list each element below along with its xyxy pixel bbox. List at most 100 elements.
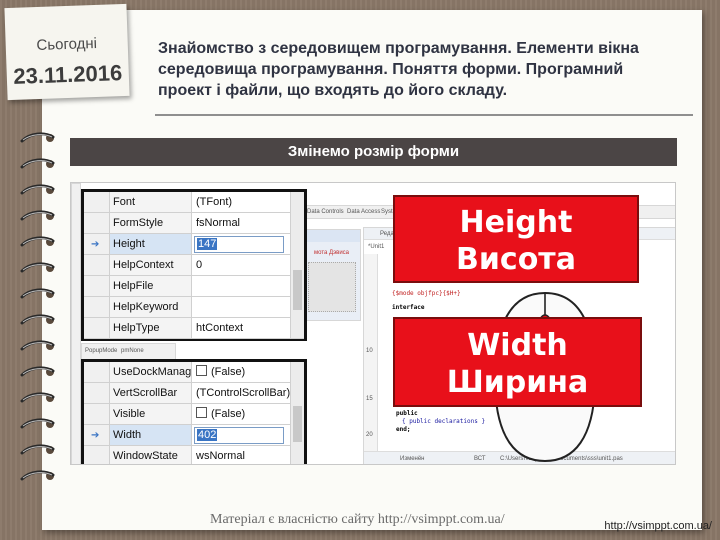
form-caption: мота Дэвиса xyxy=(314,250,350,256)
row-gutter xyxy=(84,383,110,403)
property-value[interactable]: wsNormal xyxy=(192,446,290,464)
row-gutter: ➔ xyxy=(84,425,110,445)
width-callout-en: Width xyxy=(467,328,568,363)
property-name: VertScrollBar xyxy=(110,383,192,403)
property-row[interactable]: HelpContext 0 xyxy=(84,255,304,276)
spiral-ring-icon xyxy=(20,366,60,378)
property-row[interactable]: HelpType htContext xyxy=(84,318,304,339)
width-callout-uk: Ширина xyxy=(446,365,589,400)
height-callout: Height Висота xyxy=(393,195,639,283)
property-value-text: htContext xyxy=(196,322,244,334)
palette-tab[interactable]: Data Controls xyxy=(307,209,344,215)
property-value[interactable]: htContext xyxy=(192,318,290,338)
spiral-ring-icon xyxy=(20,418,60,430)
property-value-text: 0 xyxy=(196,259,203,271)
selected-row-arrow-icon: ➔ xyxy=(91,430,100,441)
status-insert: ВСТ xyxy=(474,456,486,462)
property-name: HelpType xyxy=(110,318,192,338)
property-row[interactable]: FormStyle fsNormal xyxy=(84,213,304,234)
object-inspector-bottom: UseDockManag (False) VertScrollBar (TContro… xyxy=(81,359,307,464)
date-note: Сьогодні 23.11.2016 xyxy=(4,3,130,101)
code-line: { public declarations } xyxy=(402,418,486,425)
property-name: HelpKeyword xyxy=(110,297,192,317)
unit-tab[interactable]: *Unit1 xyxy=(368,244,384,250)
property-value-input[interactable]: 402 xyxy=(194,427,284,444)
line-number: 15 xyxy=(366,396,373,402)
property-value[interactable] xyxy=(192,297,290,317)
row-gutter xyxy=(84,362,110,382)
property-name: Height xyxy=(110,234,192,254)
spiral-ring-icon xyxy=(20,314,60,326)
spiral-ring-icon xyxy=(20,288,60,300)
spiral-ring-icon xyxy=(20,158,60,170)
spiral-ring-icon xyxy=(20,132,60,144)
subtitle-bar: Змінемо розмір форми xyxy=(70,138,677,166)
line-number: 10 xyxy=(366,348,373,354)
property-value-text: (TFont) xyxy=(196,196,233,208)
row-gutter: ➔ xyxy=(84,234,110,254)
code-line: {$mode objfpc}{$H+} xyxy=(392,290,461,297)
spiral-ring-icon xyxy=(20,444,60,456)
property-name: Font xyxy=(110,192,192,212)
popup-mode-label: PopupMode xyxy=(85,348,118,354)
code-line: public xyxy=(396,410,418,417)
selected-value-text: 402 xyxy=(197,429,218,441)
property-value[interactable]: fsNormal xyxy=(192,213,290,233)
property-value-text: (TControlScrollBar) xyxy=(196,387,291,399)
property-row[interactable]: ➔ Height 147 xyxy=(84,234,304,255)
property-row[interactable]: Visible (False) xyxy=(84,404,304,425)
property-name: UseDockManag xyxy=(110,362,192,382)
property-value-input[interactable]: 147 xyxy=(194,236,284,253)
property-value-text: wsNormal xyxy=(196,450,245,462)
code-line: end; xyxy=(396,426,411,433)
code-line: interface xyxy=(392,304,425,311)
site-url-link[interactable]: http://vsimppt.com.ua/ xyxy=(604,520,712,532)
palette-tab[interactable]: Data Access xyxy=(347,209,380,215)
property-row[interactable]: HelpFile xyxy=(84,276,304,297)
property-name: Width xyxy=(110,425,192,445)
property-row[interactable]: ➔ Width 402 xyxy=(84,425,304,446)
spiral-ring-icon xyxy=(20,262,60,274)
property-name: HelpFile xyxy=(110,276,192,296)
row-gutter xyxy=(84,446,110,464)
height-callout-uk: Висота xyxy=(456,242,576,277)
property-value[interactable]: (TFont) xyxy=(192,192,290,212)
property-value[interactable]: 0 xyxy=(192,255,290,275)
spiral-ring-icon xyxy=(20,236,60,248)
spiral-ring-icon xyxy=(20,184,60,196)
property-name: HelpContext xyxy=(110,255,192,275)
checkbox-icon[interactable] xyxy=(196,365,207,376)
spiral-ring-icon xyxy=(20,210,60,222)
status-changed: Изменён xyxy=(400,456,425,462)
row-gutter xyxy=(84,297,110,317)
inspector-scrollbar[interactable] xyxy=(290,192,304,338)
property-row[interactable]: UseDockManag (False) xyxy=(84,362,304,383)
slide: Сьогодні 23.11.2016 Знайомство з середов… xyxy=(0,0,720,540)
inspector-scrollbar[interactable] xyxy=(290,362,304,464)
row-gutter xyxy=(84,276,110,296)
property-name: Visible xyxy=(110,404,192,424)
row-gutter xyxy=(84,213,110,233)
checkbox-icon[interactable] xyxy=(196,407,207,418)
property-value[interactable]: (TControlScrollBar) xyxy=(192,383,290,403)
property-row[interactable]: HelpKeyword xyxy=(84,297,304,318)
form-designer: мота Дэвиса xyxy=(301,229,361,321)
property-value[interactable]: (False) xyxy=(192,404,290,424)
selected-value-text: 147 xyxy=(197,238,218,250)
property-value[interactable] xyxy=(192,276,290,296)
property-row[interactable]: WindowState wsNormal xyxy=(84,446,304,464)
property-row[interactable]: VertScrollBar (TControlScrollBar) xyxy=(84,383,304,404)
title-divider xyxy=(155,114,693,116)
property-value[interactable]: (False) xyxy=(192,362,290,382)
copyright-text: Матеріал є власністю сайту http://vsimpp… xyxy=(210,512,505,527)
property-value-text: fsNormal xyxy=(196,217,241,229)
spiral-ring-icon xyxy=(20,392,60,404)
popup-mode-value: pmNone xyxy=(121,348,144,354)
date-value: 23.11.2016 xyxy=(12,60,123,89)
property-value-text: (False) xyxy=(211,408,246,420)
today-label: Сьогодні xyxy=(36,34,98,55)
property-row[interactable]: Font (TFont) xyxy=(84,192,304,213)
property-value-text: (False) xyxy=(211,366,246,378)
inspector-edge xyxy=(71,183,81,464)
row-gutter xyxy=(84,255,110,275)
